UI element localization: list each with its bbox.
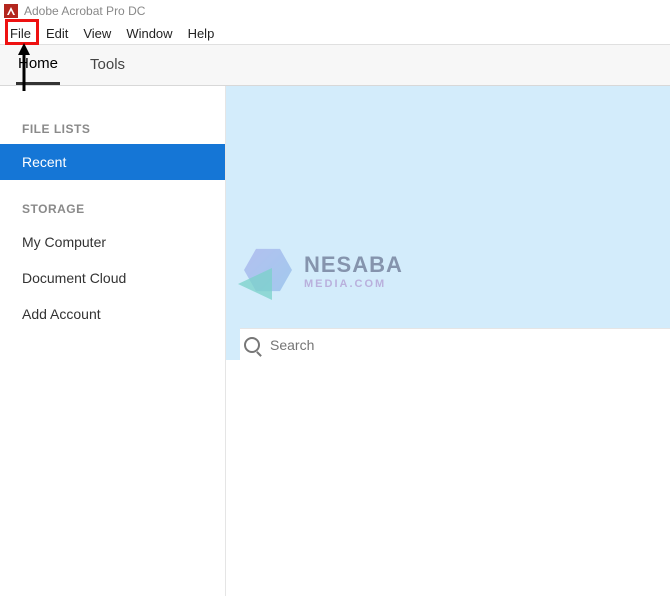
section-file-lists: FILE LISTS [0,114,225,144]
watermark-logo-icon [238,246,298,296]
sidebar-item-add-account[interactable]: Add Account [0,296,225,332]
toolbar: Home Tools [0,44,670,86]
tab-tools[interactable]: Tools [88,47,127,83]
watermark-text: NESABA [304,252,403,278]
app-title: Adobe Acrobat Pro DC [24,4,145,18]
menu-edit[interactable]: Edit [46,26,68,41]
menubar: File Edit View Window Help [0,22,670,44]
menu-help[interactable]: Help [188,26,215,41]
sidebar-item-recent[interactable]: Recent [0,144,225,180]
section-storage: STORAGE [0,194,225,224]
search-icon [244,337,260,353]
titlebar: Adobe Acrobat Pro DC [0,0,670,22]
sidebar-item-document-cloud[interactable]: Document Cloud [0,260,225,296]
app-icon [4,4,18,18]
sidebar-item-my-computer[interactable]: My Computer [0,224,225,260]
tab-home[interactable]: Home [16,46,60,85]
sidebar: FILE LISTS Recent STORAGE My Computer Do… [0,86,226,596]
watermark-subtext: MEDIA.COM [304,278,403,290]
menu-window[interactable]: Window [126,26,172,41]
menu-view[interactable]: View [83,26,111,41]
content-area: NESABA MEDIA.COM [226,86,670,596]
search-row [240,328,670,360]
search-input[interactable] [270,337,451,353]
menu-file[interactable]: File [10,26,31,41]
content-empty [226,360,670,596]
main: FILE LISTS Recent STORAGE My Computer Do… [0,86,670,596]
watermark: NESABA MEDIA.COM [238,246,403,296]
